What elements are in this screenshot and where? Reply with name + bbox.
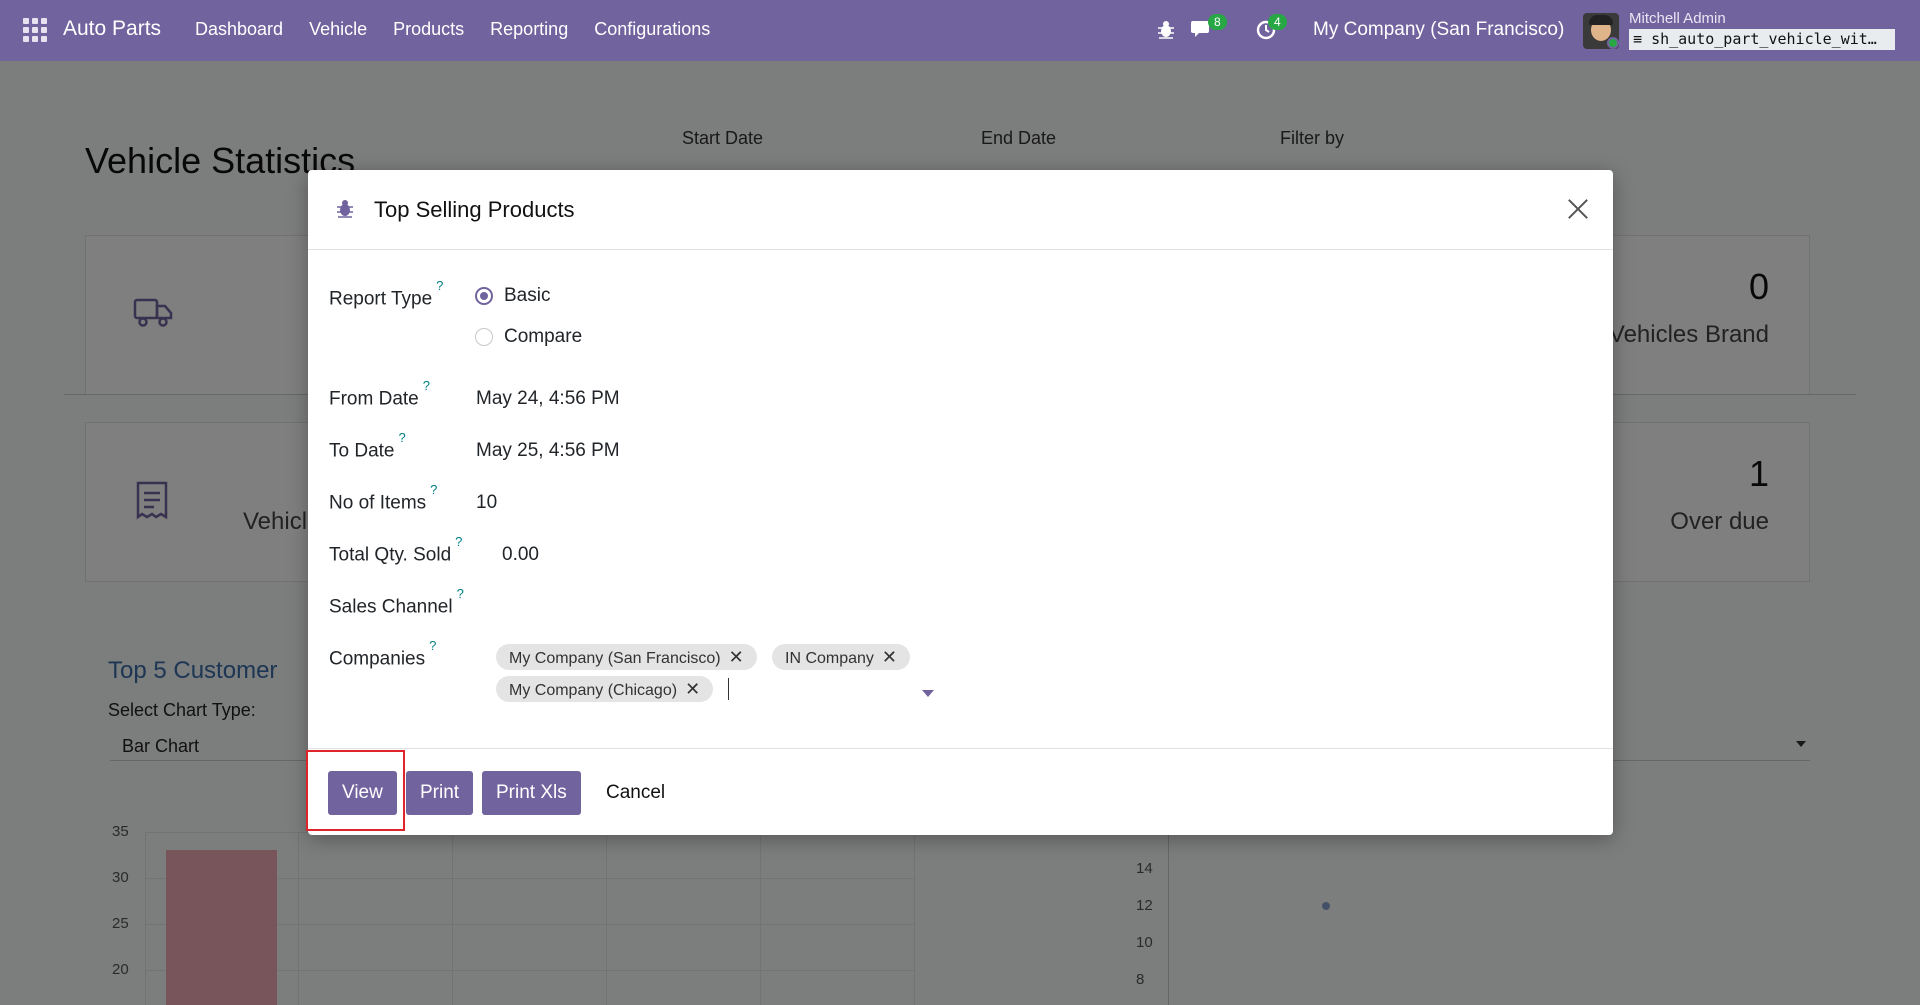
menu-item-reporting[interactable]: Reporting — [490, 19, 568, 40]
menu-item-dashboard[interactable]: Dashboard — [195, 19, 283, 40]
main-menu: Dashboard Vehicle Products Reporting Con… — [195, 19, 736, 40]
help-icon[interactable]: ? — [455, 534, 462, 549]
report-type-compare-label[interactable]: Compare — [504, 326, 582, 348]
view-button-highlight — [306, 750, 405, 831]
remove-tag-icon[interactable]: ✕ — [685, 679, 700, 699]
activities-count-badge: 4 — [1268, 14, 1287, 30]
help-icon[interactable]: ? — [398, 430, 405, 445]
companies-label: Companies? — [329, 638, 437, 670]
total-qty-sold-label: Total Qty. Sold? — [329, 534, 463, 566]
total-qty-sold-field[interactable]: 0.00 — [502, 544, 539, 566]
remove-tag-icon[interactable]: ✕ — [882, 647, 897, 667]
report-type-basic-radio[interactable] — [475, 287, 493, 305]
menu-item-configurations[interactable]: Configurations — [594, 19, 710, 40]
help-icon[interactable]: ? — [457, 586, 464, 601]
from-date-label: From Date? — [329, 378, 430, 410]
app-name[interactable]: Auto Parts — [63, 17, 161, 41]
user-avatar[interactable] — [1583, 13, 1619, 49]
report-type-compare-radio[interactable] — [475, 328, 493, 346]
help-icon[interactable]: ? — [430, 482, 437, 497]
debug-bug-icon[interactable] — [1157, 19, 1175, 39]
database-name: ≡ sh_auto_part_vehicle_wit… — [1629, 29, 1895, 50]
menu-item-products[interactable]: Products — [393, 19, 464, 40]
messages-count-badge: 8 — [1208, 14, 1227, 30]
no-of-items-label: No of Items? — [329, 482, 438, 514]
print-xls-button[interactable]: Print Xls — [482, 771, 581, 815]
report-type-basic-label[interactable]: Basic — [504, 285, 550, 307]
apps-menu-icon[interactable] — [23, 18, 47, 42]
to-date-label: To Date? — [329, 430, 406, 462]
modal-footer: View Print Print Xls Cancel — [308, 748, 1613, 835]
from-date-field[interactable]: May 24, 4:56 PM — [476, 388, 620, 410]
companies-input[interactable] — [728, 678, 729, 700]
print-button[interactable]: Print — [406, 771, 474, 815]
sales-channel-field[interactable] — [502, 596, 802, 620]
top-selling-products-dialog: Top Selling Products Report Type? Basic … — [308, 170, 1613, 835]
cancel-button[interactable]: Cancel — [592, 771, 679, 815]
user-name[interactable]: Mitchell Admin — [1629, 10, 1726, 27]
close-icon[interactable] — [1565, 196, 1591, 222]
debug-bug-icon[interactable] — [336, 198, 354, 218]
help-icon[interactable]: ? — [436, 278, 443, 293]
menu-item-vehicle[interactable]: Vehicle — [309, 19, 367, 40]
company-tag: IN Company ✕ — [772, 644, 911, 670]
company-switcher[interactable]: My Company (San Francisco) — [1313, 19, 1564, 41]
chevron-down-icon[interactable] — [922, 690, 934, 697]
top-navbar: Auto Parts Dashboard Vehicle Products Re… — [0, 0, 1920, 61]
help-icon[interactable]: ? — [423, 378, 430, 393]
company-tag: My Company (San Francisco) ✕ — [496, 644, 757, 670]
remove-tag-icon[interactable]: ✕ — [729, 647, 744, 667]
no-of-items-field[interactable]: 10 — [476, 492, 497, 514]
to-date-field[interactable]: May 25, 4:56 PM — [476, 440, 620, 462]
company-tag: My Company (Chicago) ✕ — [496, 676, 714, 702]
modal-title: Top Selling Products — [374, 197, 575, 222]
modal-header: Top Selling Products — [308, 170, 1613, 250]
database-icon: ≡ — [1633, 30, 1652, 48]
sales-channel-label: Sales Channel? — [329, 586, 464, 618]
help-icon[interactable]: ? — [429, 638, 436, 653]
report-type-label: Report Type? — [329, 278, 444, 310]
